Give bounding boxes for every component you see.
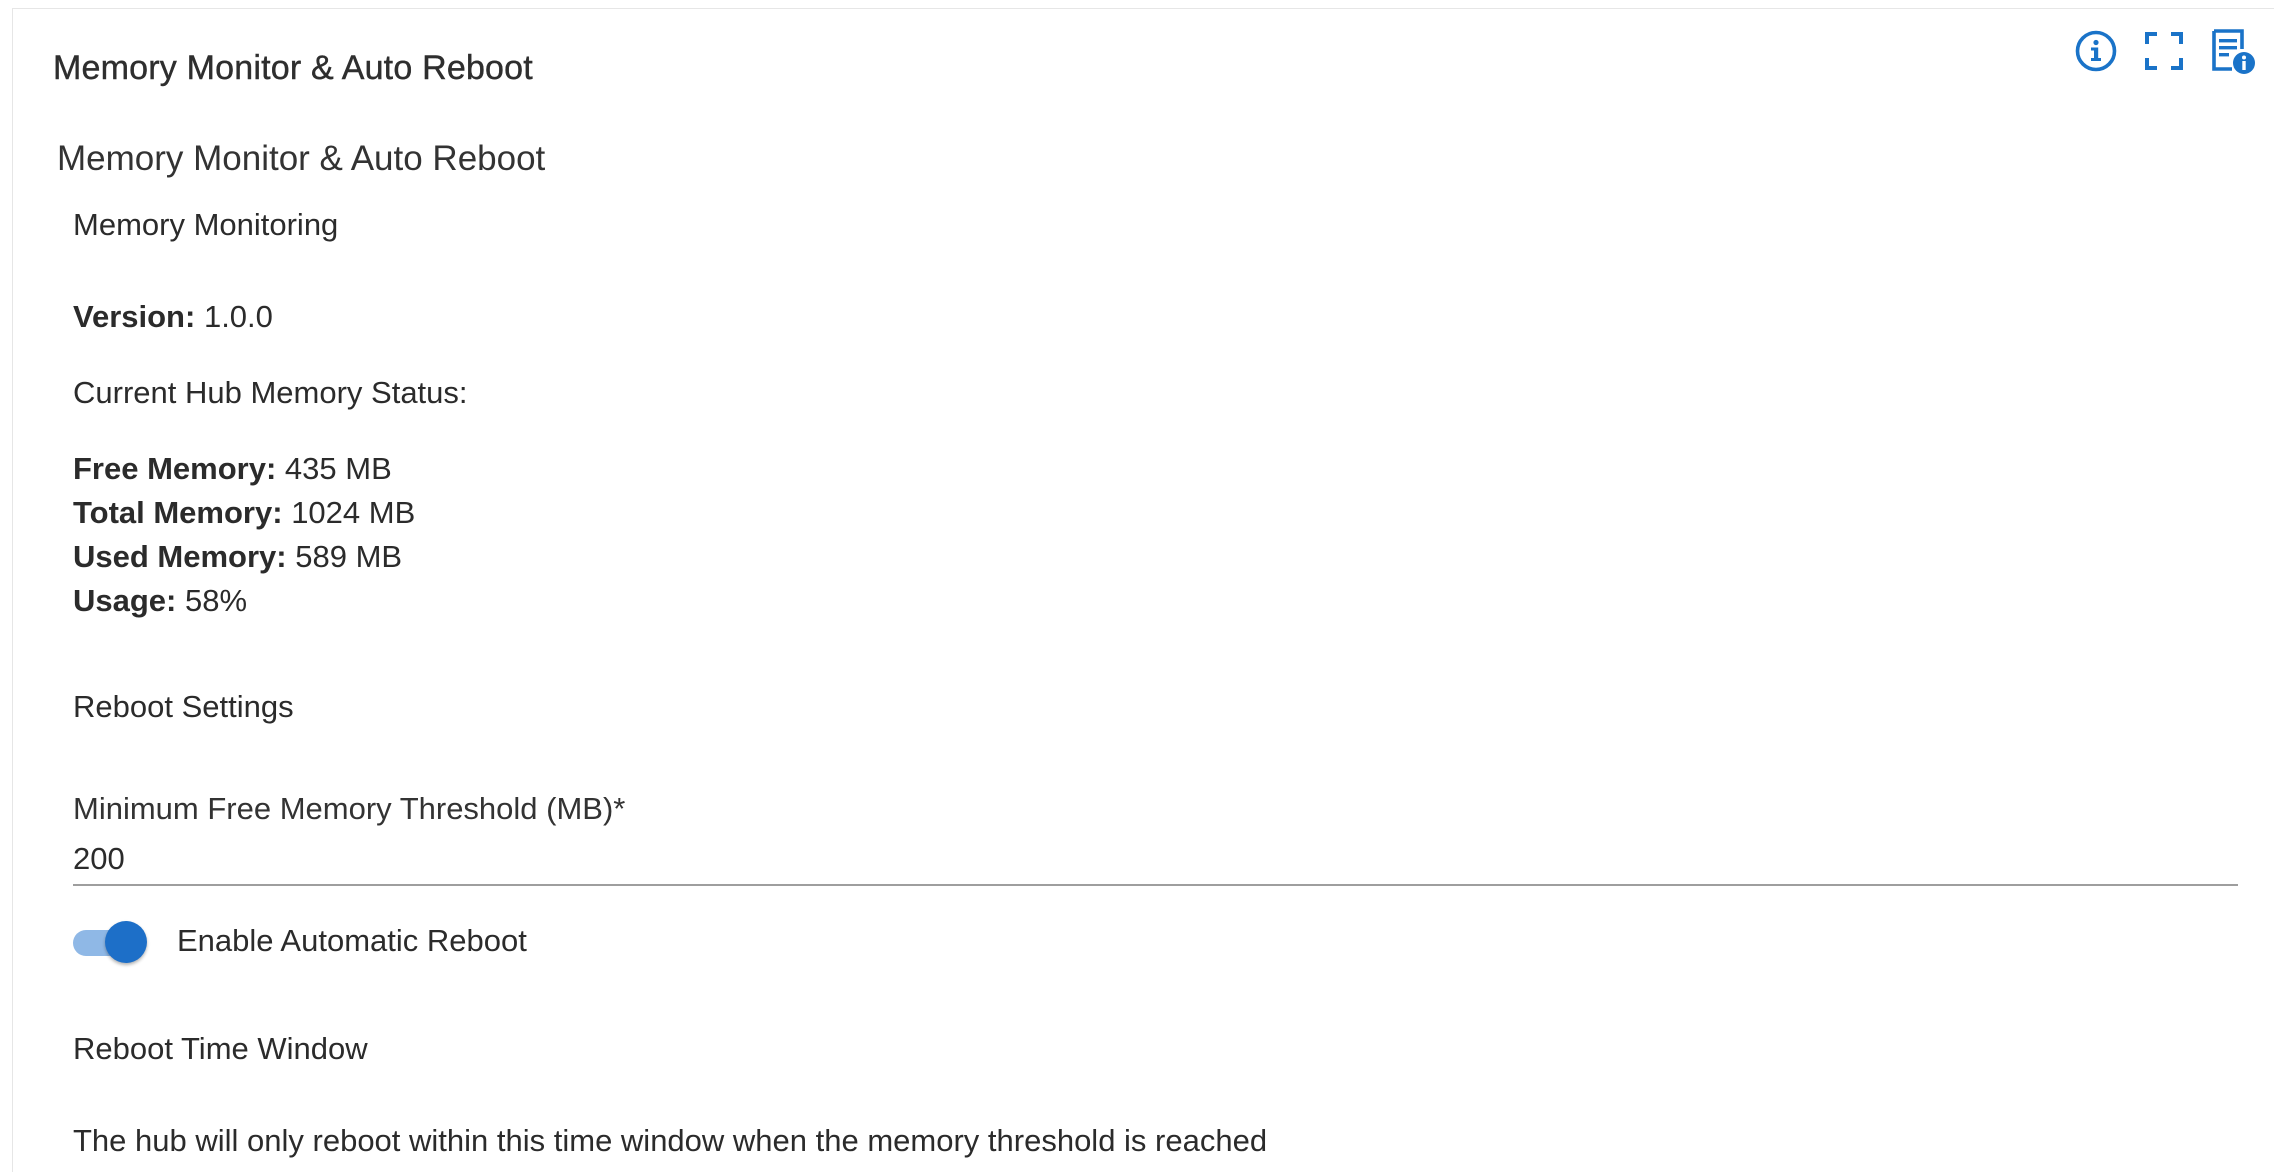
total-memory-line: Total Memory: 1024 MB <box>73 495 415 531</box>
toggle-knob <box>105 921 147 963</box>
usage-line: Usage: 58% <box>73 583 247 619</box>
section-title: Memory Monitor & Auto Reboot <box>57 139 546 178</box>
info-icon <box>2075 30 2117 72</box>
usage-value: 58% <box>185 583 248 618</box>
app-info-icon <box>2212 29 2255 74</box>
threshold-label: Minimum Free Memory Threshold (MB)* <box>73 791 626 826</box>
memory-status-heading: Current Hub Memory Status: <box>73 375 468 410</box>
free-memory-label: Free Memory: <box>73 451 277 486</box>
total-memory-value: 1024 MB <box>291 495 416 530</box>
version-line: Version: 1.0.0 <box>73 299 273 335</box>
free-memory-line: Free Memory: 435 MB <box>73 451 392 487</box>
fullscreen-icon <box>2145 32 2183 70</box>
free-memory-value: 435 MB <box>284 451 392 486</box>
version-label: Version: <box>73 299 196 334</box>
app-container: Memory Monitor & Auto Reboot Memory Moni… <box>12 8 2274 1172</box>
version-value: 1.0.0 <box>203 299 273 334</box>
reboot-settings-heading: Reboot Settings <box>73 689 294 724</box>
total-memory-label: Total Memory: <box>73 495 283 530</box>
used-memory-label: Used Memory: <box>73 539 287 574</box>
auto-reboot-label: Enable Automatic Reboot <box>177 923 527 958</box>
page-title: Memory Monitor & Auto Reboot <box>53 49 533 87</box>
threshold-input[interactable] <box>73 834 2238 886</box>
toolbar <box>2072 27 2256 75</box>
time-window-description: The hub will only reboot within this tim… <box>73 1123 1268 1158</box>
memory-monitoring-heading: Memory Monitoring <box>73 207 339 242</box>
usage-label: Usage: <box>73 583 177 618</box>
used-memory-line: Used Memory: 589 MB <box>73 539 402 575</box>
auto-reboot-toggle[interactable] <box>73 921 149 965</box>
used-memory-value: 589 MB <box>295 539 403 574</box>
info-button[interactable] <box>2072 27 2120 75</box>
app-info-button[interactable] <box>2208 27 2256 75</box>
time-window-heading: Reboot Time Window <box>73 1031 368 1066</box>
fullscreen-button[interactable] <box>2140 27 2188 75</box>
